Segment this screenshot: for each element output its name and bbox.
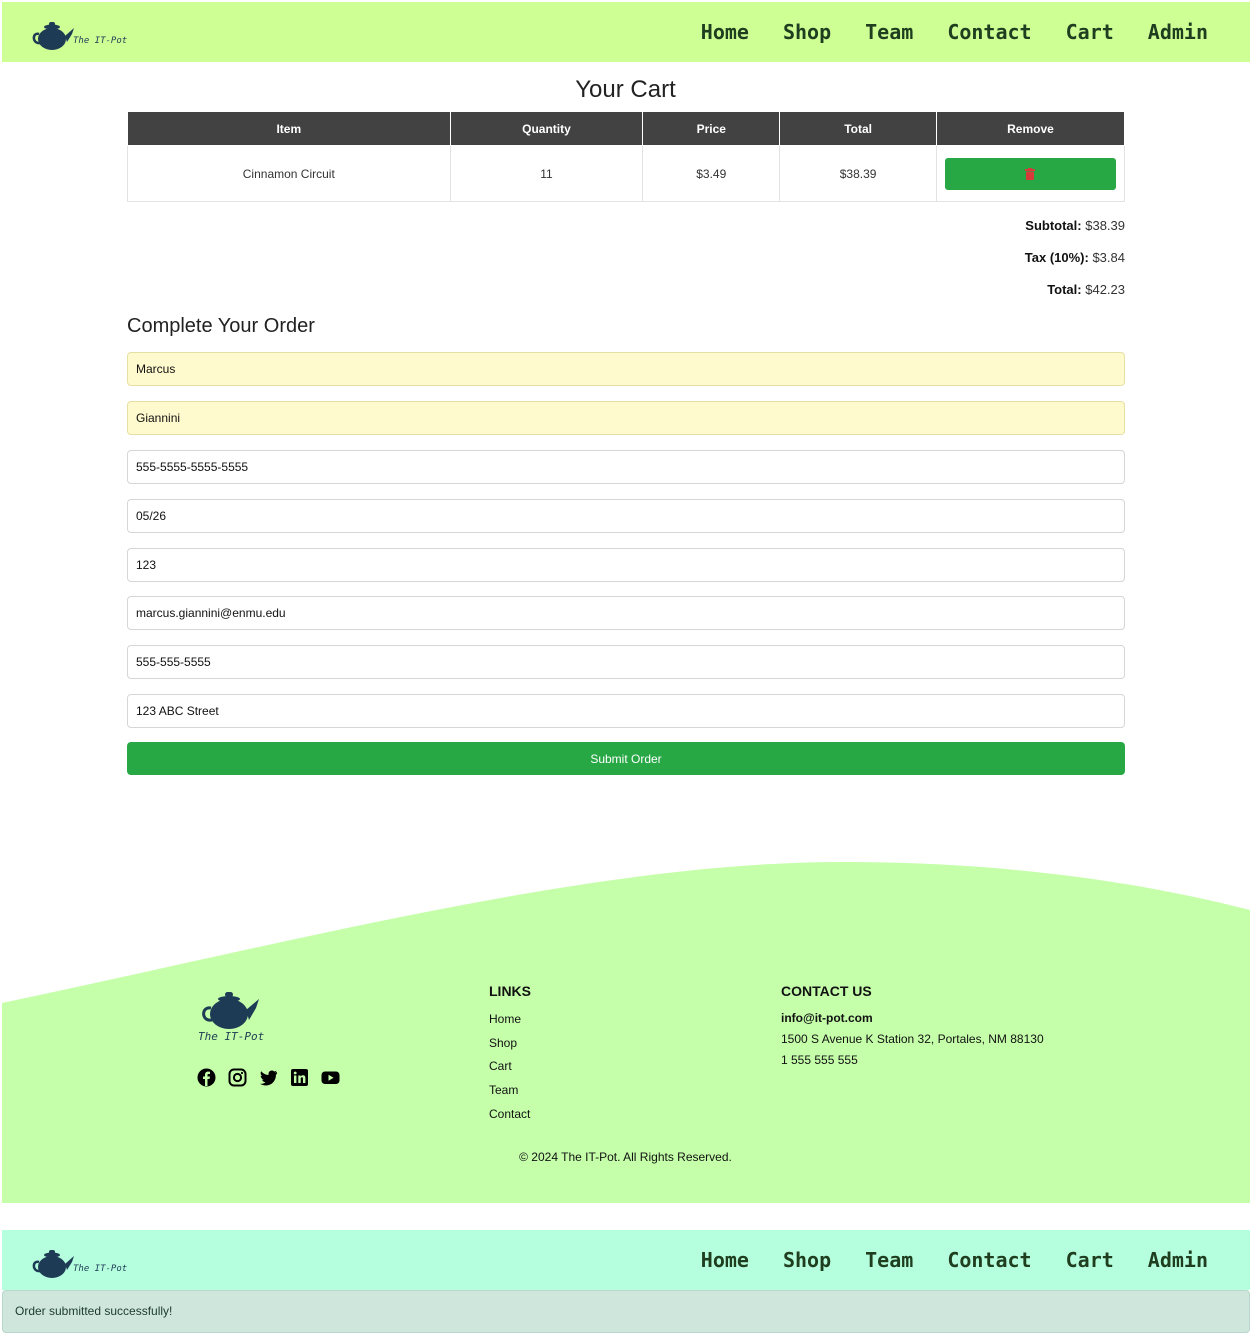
nav-admin[interactable]: Admin xyxy=(1148,1248,1208,1272)
cvv-input[interactable] xyxy=(127,548,1125,582)
total-label: Total: xyxy=(1047,282,1082,297)
column-header-total: Total xyxy=(779,112,937,146)
cell-item: Cinnamon Circuit xyxy=(127,145,451,202)
submit-order-button[interactable]: Submit Order xyxy=(127,742,1125,775)
brand-logo-secondary[interactable]: The IT-Pot xyxy=(32,1240,127,1280)
nav-shop[interactable]: Shop xyxy=(783,1248,831,1272)
email-input[interactable] xyxy=(127,596,1125,630)
cart-totals: Subtotal: $38.39 Tax (10%): $3.84 Total:… xyxy=(1025,217,1125,313)
nav-cart[interactable]: Cart xyxy=(1066,20,1114,44)
footer-brand-name: The IT-Pot xyxy=(198,1030,265,1043)
twitter-icon[interactable] xyxy=(259,1068,278,1087)
contact-email[interactable]: info@it-pot.com xyxy=(781,1008,1044,1029)
total-line: Total: $42.23 xyxy=(1025,281,1125,313)
linkedin-icon[interactable] xyxy=(290,1068,309,1087)
page-title: Your Cart xyxy=(575,76,676,103)
address-input[interactable] xyxy=(127,694,1125,728)
last-name-input[interactable] xyxy=(127,401,1125,435)
nav-team[interactable]: Team xyxy=(865,20,913,44)
cell-quantity: 11 xyxy=(449,145,644,202)
brand-logo[interactable]: The IT-Pot xyxy=(32,12,127,52)
teapot-icon xyxy=(32,22,74,50)
cell-total: $38.39 xyxy=(779,145,937,202)
social-links xyxy=(197,1068,340,1087)
contact-phone: 1 555 555 555 xyxy=(781,1053,858,1067)
brand-name: The IT-Pot xyxy=(73,36,128,46)
secondary-nav: Home Shop Team Contact Cart Admin xyxy=(701,1248,1208,1272)
order-form-title: Complete Your Order xyxy=(127,315,315,337)
tax-value: $3.84 xyxy=(1092,250,1125,265)
success-alert: Order submitted successfully! xyxy=(2,1290,1250,1333)
nav-team[interactable]: Team xyxy=(865,1248,913,1272)
site-header: The IT-Pot Home Shop Team Contact Cart A… xyxy=(2,2,1250,62)
table-header-row: Item Quantity Price Total Remove xyxy=(127,112,1126,146)
total-value: $42.23 xyxy=(1085,282,1125,297)
footer-link-team[interactable]: Team xyxy=(489,1079,531,1103)
remove-item-button[interactable] xyxy=(944,157,1116,190)
first-name-input[interactable] xyxy=(127,352,1125,386)
footer-link-cart[interactable]: Cart xyxy=(489,1055,531,1079)
nav-contact[interactable]: Contact xyxy=(947,20,1031,44)
column-header-price: Price xyxy=(642,112,781,146)
phone-input[interactable] xyxy=(127,645,1125,679)
column-header-item: Item xyxy=(127,112,451,146)
footer-link-home[interactable]: Home xyxy=(489,1008,531,1032)
footer-links-title: LINKS xyxy=(489,983,531,999)
nav-home[interactable]: Home xyxy=(701,20,749,44)
footer-contact-title: CONTACT US xyxy=(781,983,872,999)
brand-name: The IT-Pot xyxy=(73,1264,128,1274)
column-header-quantity: Quantity xyxy=(449,112,644,146)
cell-price: $3.49 xyxy=(642,145,781,202)
subtotal-label: Subtotal: xyxy=(1025,218,1082,233)
teapot-icon xyxy=(32,1250,74,1278)
expiry-input[interactable] xyxy=(127,499,1125,533)
footer-link-contact[interactable]: Contact xyxy=(489,1103,531,1127)
subtotal-value: $38.39 xyxy=(1085,218,1125,233)
tax-line: Tax (10%): $3.84 xyxy=(1025,249,1125,281)
instagram-icon[interactable] xyxy=(228,1068,247,1087)
card-number-input[interactable] xyxy=(127,450,1125,484)
main-nav: Home Shop Team Contact Cart Admin xyxy=(701,20,1208,44)
trash-icon xyxy=(1025,167,1036,180)
subtotal-line: Subtotal: $38.39 xyxy=(1025,217,1125,249)
table-row: Cinnamon Circuit 11 $3.49 $38.39 xyxy=(127,145,1126,202)
nav-contact[interactable]: Contact xyxy=(947,1248,1031,1272)
nav-admin[interactable]: Admin xyxy=(1148,20,1208,44)
site-header-secondary: The IT-Pot Home Shop Team Contact Cart A… xyxy=(2,1230,1250,1290)
footer-link-shop[interactable]: Shop xyxy=(489,1032,531,1056)
tax-label: Tax (10%): xyxy=(1024,250,1089,265)
column-header-remove: Remove xyxy=(935,112,1126,146)
contact-address: 1500 S Avenue K Station 32, Portales, NM… xyxy=(781,1032,1044,1046)
copyright-text: © 2024 The IT-Pot. All Rights Reserved. xyxy=(519,1150,732,1164)
footer-contact: CONTACT US info@it-pot.com 1500 S Avenue… xyxy=(781,983,1044,1071)
nav-cart[interactable]: Cart xyxy=(1066,1248,1114,1272)
youtube-icon[interactable] xyxy=(321,1068,340,1087)
facebook-icon[interactable] xyxy=(197,1068,216,1087)
nav-home[interactable]: Home xyxy=(701,1248,749,1272)
cart-table: Item Quantity Price Total Remove Cinnamo… xyxy=(127,112,1126,202)
cell-remove xyxy=(935,145,1126,202)
footer-links: LINKS Home Shop Cart Team Contact xyxy=(489,983,531,1127)
nav-shop[interactable]: Shop xyxy=(783,20,831,44)
